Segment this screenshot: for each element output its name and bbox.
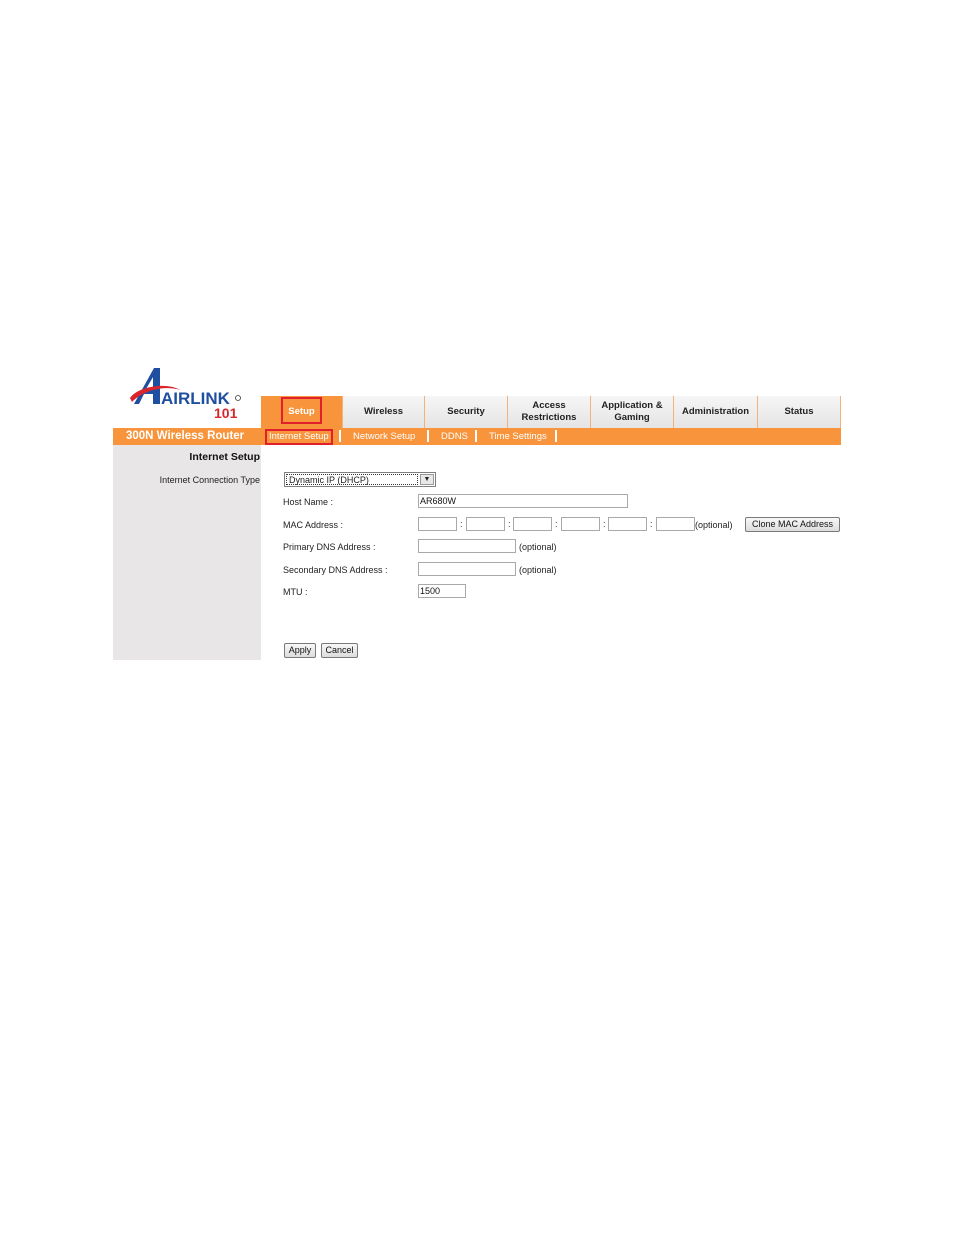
secondary-dns-optional-note: (optional) xyxy=(519,565,557,575)
tab-wireless[interactable]: Wireless xyxy=(343,396,425,428)
subnav-separator xyxy=(427,430,429,442)
mac-separator: : xyxy=(603,519,606,529)
mac-octet-3-input[interactable] xyxy=(513,517,552,531)
primary-dns-input[interactable] xyxy=(418,539,516,553)
connection-type-label: Internet Connection Type xyxy=(159,475,260,485)
mac-octet-6-input[interactable] xyxy=(656,517,695,531)
chevron-down-icon[interactable]: ▼ xyxy=(420,474,434,485)
mac-separator: : xyxy=(460,519,463,529)
mac-optional-note: (optional) xyxy=(695,520,733,530)
subnav-separator xyxy=(339,430,341,442)
highlight-box-internet-setup xyxy=(265,429,333,445)
subnav-separator xyxy=(555,430,557,442)
subnav-separator xyxy=(475,430,477,442)
tab-security[interactable]: Security xyxy=(425,396,508,428)
tab-administration[interactable]: Administration xyxy=(674,396,758,428)
mac-separator: : xyxy=(555,519,558,529)
airlink-logo-graphic: AIRLINK 101 xyxy=(130,368,241,421)
mtu-input[interactable] xyxy=(418,584,466,598)
tab-label: Wireless xyxy=(364,406,403,417)
host-name-input[interactable] xyxy=(418,494,628,508)
host-name-label: Host Name : xyxy=(283,497,334,507)
subtab-network-setup[interactable]: Network Setup xyxy=(353,431,415,443)
tab-application-gaming[interactable]: Application & Gaming xyxy=(591,396,674,428)
secondary-dns-input[interactable] xyxy=(418,562,516,576)
tab-status[interactable]: Status xyxy=(758,396,841,428)
connection-type-value: Dynamic IP (DHCP) xyxy=(286,474,418,485)
secondary-dns-label: Secondary DNS Address : xyxy=(283,565,388,575)
tab-label: Administration xyxy=(681,406,750,417)
airlink-logo: AIRLINK 101 xyxy=(128,364,248,421)
mac-octet-2-input[interactable] xyxy=(466,517,505,531)
mac-separator: : xyxy=(650,519,653,529)
mac-address-label: MAC Address : xyxy=(283,520,344,530)
mac-separator: : xyxy=(508,519,511,529)
primary-dns-optional-note: (optional) xyxy=(519,542,557,552)
subtab-time-settings[interactable]: Time Settings xyxy=(489,431,547,443)
svg-text:101: 101 xyxy=(214,405,238,420)
apply-button[interactable]: Apply xyxy=(284,643,316,658)
highlight-box-setup xyxy=(281,397,322,424)
mtu-label: MTU : xyxy=(283,587,308,597)
connection-type-select[interactable]: Dynamic IP (DHCP) ▼ xyxy=(284,472,436,487)
tab-label: Security xyxy=(447,406,485,417)
section-title: Internet Setup xyxy=(189,451,260,463)
product-name: 300N Wireless Router xyxy=(126,430,245,442)
clone-mac-address-button[interactable]: Clone MAC Address xyxy=(745,517,840,532)
mac-octet-5-input[interactable] xyxy=(608,517,647,531)
tab-label: Access Restrictions xyxy=(521,400,577,423)
primary-dns-label: Primary DNS Address : xyxy=(283,542,376,552)
mac-octet-4-input[interactable] xyxy=(561,517,600,531)
cancel-button[interactable]: Cancel xyxy=(321,643,358,658)
mac-octet-1-input[interactable] xyxy=(418,517,457,531)
subtab-ddns[interactable]: DDNS xyxy=(441,431,468,443)
tab-access-restrictions[interactable]: Access Restrictions xyxy=(508,396,591,428)
tab-label: Status xyxy=(784,406,814,417)
tab-label: Application & Gaming xyxy=(601,400,663,423)
